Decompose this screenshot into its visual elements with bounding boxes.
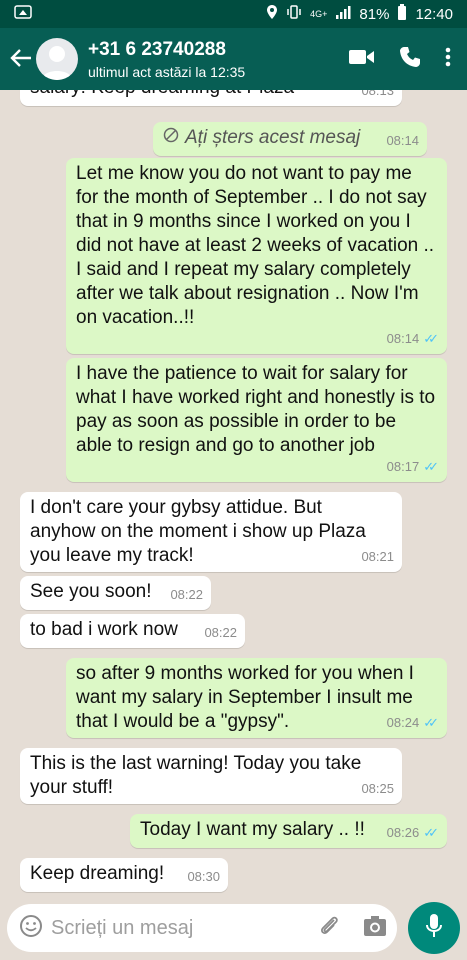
message-deleted[interactable]: Ați șters acest mesaj 08:14 (153, 122, 427, 156)
voice-call-icon[interactable] (399, 46, 421, 73)
signal-icon (335, 5, 351, 23)
read-ticks-icon: ✓✓ (423, 715, 439, 730)
message-time: 08:13 (361, 90, 394, 98)
back-arrow-icon[interactable] (6, 46, 36, 72)
message-text: See you soon! (30, 581, 152, 602)
contact-name: +31 6 23740288 (88, 38, 226, 60)
attach-icon[interactable] (317, 914, 341, 943)
message-incoming[interactable]: salary! Keep dreaming at Plaza 08:13 (20, 90, 402, 106)
vibrate-icon (286, 4, 302, 24)
avatar[interactable] (36, 38, 78, 80)
contact-info[interactable]: +31 6 23740288 ultimul act astăzi la 12:… (88, 39, 349, 80)
read-ticks-icon: ✓✓ (423, 331, 439, 346)
message-text: Today I want my salary .. !! (140, 819, 365, 840)
message-input[interactable] (51, 916, 317, 940)
wifi-icon (14, 4, 32, 24)
mic-button[interactable] (408, 902, 460, 954)
last-seen: ultimul act astăzi la 12:35 (88, 63, 246, 80)
message-time: 08:22 (204, 625, 237, 640)
mic-icon (425, 913, 443, 944)
read-ticks-icon: ✓✓ (423, 459, 439, 474)
message-text: I don't care your gybsy attidue. But any… (30, 497, 366, 566)
message-time: 08:25 (361, 781, 394, 796)
message-outgoing[interactable]: I have the patience to wait for salary f… (66, 358, 447, 482)
read-ticks-icon: ✓✓ (423, 825, 439, 840)
more-options-icon[interactable] (445, 47, 451, 72)
message-outgoing[interactable]: Today I want my salary .. !! 08:26 ✓✓ (130, 814, 447, 848)
message-text: This is the last warning! Today you take… (30, 753, 362, 798)
message-text: Let me know you do not want to pay me fo… (76, 163, 435, 328)
message-text: salary! Keep dreaming at Plaza (30, 90, 294, 98)
status-bar: 4G+ 81% 12:40 (0, 0, 467, 28)
message-incoming[interactable]: to bad i work now 08:22 (20, 614, 245, 648)
clock: 12:40 (415, 5, 453, 23)
message-time: 08:26 (386, 825, 420, 840)
camera-icon[interactable] (363, 915, 387, 942)
message-text: Keep dreaming! (30, 863, 165, 884)
video-call-icon[interactable] (349, 48, 375, 71)
message-text: I have the patience to wait for salary f… (76, 363, 436, 456)
message-outgoing[interactable]: so after 9 months worked for you when I … (66, 658, 447, 738)
message-input-box[interactable] (7, 904, 397, 952)
message-time: 08:14 (386, 133, 419, 148)
message-text: to bad i work now (30, 619, 178, 640)
message-incoming[interactable]: See you soon! 08:22 (20, 576, 211, 610)
blocked-icon (163, 126, 179, 150)
emoji-icon[interactable] (19, 914, 43, 943)
message-time: 08:21 (361, 549, 394, 564)
battery-icon (397, 4, 407, 24)
message-list[interactable]: salary! Keep dreaming at Plaza 08:13 Ați… (0, 90, 467, 896)
message-incoming[interactable]: This is the last warning! Today you take… (20, 748, 402, 804)
message-incoming[interactable]: I don't care your gybsy attidue. But any… (20, 492, 402, 572)
chat-header: +31 6 23740288 ultimul act astăzi la 12:… (0, 28, 467, 90)
message-text: so after 9 months worked for you when I … (76, 663, 414, 732)
battery-level: 81% (359, 5, 390, 23)
composer (0, 896, 467, 960)
message-text: Ați șters acest mesaj (185, 127, 361, 148)
message-time: 08:22 (170, 587, 203, 602)
message-incoming[interactable]: Keep dreaming! 08:30 (20, 858, 228, 892)
location-icon (266, 4, 278, 24)
message-time: 08:24 (386, 715, 420, 730)
message-time: 08:14 (386, 331, 420, 346)
message-time: 08:30 (187, 869, 220, 884)
message-outgoing[interactable]: Let me know you do not want to pay me fo… (66, 158, 447, 354)
network-type: 4G+ (310, 9, 328, 19)
message-time: 08:17 (386, 459, 420, 474)
